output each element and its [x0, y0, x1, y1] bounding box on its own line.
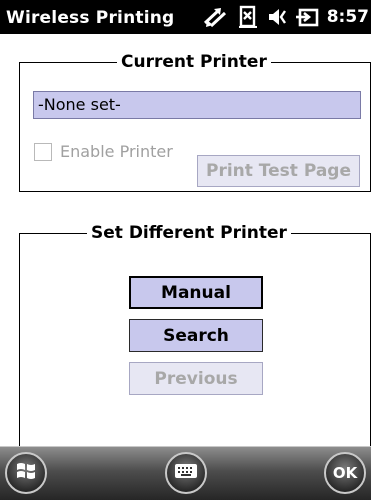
clock-time[interactable]: 8:57 [327, 7, 369, 27]
manual-button[interactable]: Manual [129, 276, 263, 309]
battery-icon[interactable] [295, 6, 319, 28]
app-title: Wireless Printing [6, 8, 175, 28]
set-different-printer-title: Set Different Printer [87, 223, 291, 243]
keyboard-button[interactable] [165, 452, 207, 494]
enable-printer-control[interactable]: Enable Printer [34, 142, 173, 161]
ok-button[interactable]: OK [324, 452, 366, 494]
previous-button[interactable]: Previous [129, 362, 263, 395]
set-different-printer-group: Set Different Printer Manual Search Prev… [19, 223, 371, 451]
enable-printer-checkbox[interactable] [34, 142, 52, 161]
current-printer-field: -None set- [33, 91, 361, 119]
connectivity-icon[interactable] [201, 6, 229, 28]
current-printer-group: Current Printer -None set- Enable Printe… [19, 52, 371, 192]
title-bar: Wireless Printing 8:57 [0, 0, 371, 34]
signal-icon[interactable] [237, 5, 259, 29]
enable-printer-label: Enable Printer [60, 142, 173, 161]
keyboard-icon [174, 461, 198, 485]
main-content: Current Printer -None set- Enable Printe… [0, 34, 371, 451]
bottom-bar: OK [0, 446, 371, 500]
search-button[interactable]: Search [129, 319, 263, 352]
start-icon [14, 459, 38, 487]
print-test-page-button[interactable]: Print Test Page [197, 155, 360, 187]
current-printer-title: Current Printer [117, 52, 271, 72]
volume-icon[interactable] [267, 6, 287, 28]
start-button[interactable] [5, 452, 47, 494]
ok-label: OK [332, 464, 358, 482]
status-icons: 8:57 [201, 5, 369, 29]
